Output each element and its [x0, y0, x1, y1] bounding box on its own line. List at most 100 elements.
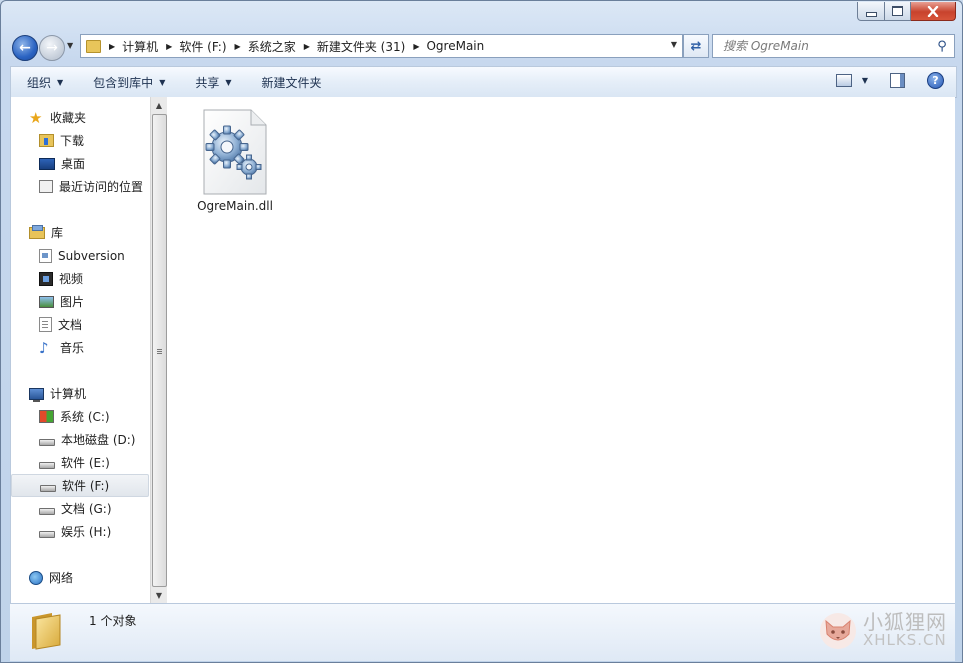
nav-item-videos[interactable]: 视频	[11, 267, 151, 290]
nav-libraries[interactable]: 库	[11, 221, 151, 244]
library-icon	[29, 224, 45, 239]
breadcrumb-separator-icon: ▶	[303, 41, 310, 51]
breadcrumb-item[interactable]: ▶ OgreMain	[413, 39, 484, 53]
share-menu-button[interactable]: 共享 ▼	[195, 74, 231, 91]
back-button[interactable]: ←	[12, 35, 38, 61]
dll-gear-icon	[203, 109, 267, 195]
chevron-down-icon: ▼	[159, 77, 166, 87]
recent-places-icon	[39, 180, 53, 193]
grip-icon	[157, 349, 162, 350]
nav-item-drive-e[interactable]: 软件 (E:)	[11, 451, 151, 474]
nav-item-recent-places[interactable]: 最近访问的位置	[11, 175, 151, 198]
chevron-down-icon: ▼	[57, 77, 64, 87]
scroll-up-arrow-icon[interactable]: ▲	[151, 97, 167, 113]
explorer-window: ← → ▼ ▶ 计算机 ▶ 软件 (F:) ▶ 系统之家 ▶ 新建文件夹 (31) ▶ O…	[0, 0, 963, 663]
preview-pane-icon[interactable]	[890, 73, 905, 88]
network-icon	[29, 570, 43, 585]
include-in-library-button[interactable]: 包含到库中 ▼	[93, 74, 165, 91]
drive-icon	[39, 461, 55, 469]
help-icon[interactable]: ?	[927, 72, 944, 89]
picture-icon	[39, 295, 54, 308]
watermark-text-en: XHLKS.CN	[863, 631, 947, 649]
breadcrumb-separator-icon: ▶	[166, 41, 173, 51]
drive-icon	[39, 438, 55, 446]
nav-item-drive-c[interactable]: 系统 (C:)	[11, 405, 151, 428]
nav-item-pictures[interactable]: 图片	[11, 290, 151, 313]
nav-item-subversion[interactable]: Subversion	[11, 244, 151, 267]
breadcrumb-item[interactable]: ▶ 计算机	[109, 38, 158, 55]
change-view-icon[interactable]	[835, 74, 852, 87]
scrollbar-thumb[interactable]	[152, 114, 167, 587]
maximize-icon	[892, 6, 903, 16]
desktop-icon	[39, 157, 55, 170]
minimize-button[interactable]	[857, 2, 885, 21]
maximize-button[interactable]	[885, 2, 911, 21]
breadcrumb-item[interactable]: ▶ 软件 (F:)	[166, 38, 226, 55]
recent-pages-dropdown[interactable]: ▼	[67, 41, 73, 50]
nav-computer[interactable]: 计算机	[11, 382, 151, 405]
nav-favorites[interactable]: ★ 收藏夹	[11, 106, 151, 129]
close-icon	[927, 5, 939, 17]
network-group: 网络	[11, 566, 151, 589]
refresh-button[interactable]: ⇄	[683, 34, 709, 58]
search-input[interactable]	[721, 38, 934, 54]
video-icon	[39, 271, 53, 286]
libraries-group: 库 Subversion 视频 图片 文档 ♪ 音乐	[11, 221, 151, 359]
document-icon	[39, 317, 52, 332]
system-drive-icon	[39, 410, 54, 423]
watermark-text-cn: 小狐狸网	[863, 610, 947, 634]
svn-library-icon	[39, 248, 52, 263]
back-arrow-icon: ←	[19, 40, 31, 56]
nav-item-drive-d[interactable]: 本地磁盘 (D:)	[11, 428, 151, 451]
nav-pane-scrollbar[interactable]: ▲ ▼	[150, 97, 167, 603]
computer-icon	[29, 387, 44, 402]
search-icon[interactable]: ⚲	[934, 39, 950, 54]
drive-icon	[40, 484, 56, 492]
computer-group: 计算机 系统 (C:) 本地磁盘 (D:) 软件 (E:) 软件 (F:) 文档…	[11, 382, 151, 543]
search-box[interactable]: ⚲	[712, 34, 955, 58]
nav-item-drive-g[interactable]: 文档 (G:)	[11, 497, 151, 520]
nav-item-downloads[interactable]: 下载	[11, 129, 151, 152]
caption-buttons	[857, 2, 956, 21]
command-toolbar: 组织 ▼ 包含到库中 ▼ 共享 ▼ 新建文件夹 ▼ ?	[10, 66, 957, 98]
chevron-down-icon: ▼	[225, 77, 232, 87]
address-history-dropdown[interactable]: ▼	[671, 40, 677, 49]
music-icon: ♪	[39, 338, 49, 357]
new-folder-button[interactable]: 新建文件夹	[262, 74, 322, 91]
nav-item-desktop[interactable]: 桌面	[11, 152, 151, 175]
breadcrumb-separator-icon: ▶	[109, 41, 116, 51]
refresh-icon: ⇄	[690, 38, 702, 54]
navigation-pane: ★ 收藏夹 下载 桌面 最近访问的位置 库 Subversion 视频 图片 文档…	[10, 97, 151, 603]
star-icon: ★	[29, 108, 43, 127]
forward-arrow-icon: →	[46, 40, 58, 56]
file-list-pane[interactable]: OgreMain.dll	[167, 97, 955, 603]
details-pane: 1 个对象 小狐狸网 XHLKS.CN	[10, 603, 955, 661]
folder-icon	[30, 611, 64, 651]
organize-menu-button[interactable]: 组织 ▼	[27, 74, 63, 91]
breadcrumb-separator-icon: ▶	[234, 41, 241, 51]
download-folder-icon	[39, 134, 54, 147]
nav-item-drive-f[interactable]: 软件 (F:)	[11, 474, 149, 497]
drive-icon	[39, 507, 55, 515]
fox-icon	[820, 613, 856, 649]
close-button[interactable]	[911, 2, 956, 21]
drive-icon	[39, 530, 55, 538]
minimize-icon	[865, 11, 877, 17]
address-folder-icon	[86, 39, 101, 53]
item-count: 1 个对象	[89, 614, 137, 628]
nav-item-drive-h[interactable]: 娱乐 (H:)	[11, 520, 151, 543]
favorites-group: ★ 收藏夹 下载 桌面 最近访问的位置	[11, 106, 151, 198]
nav-network[interactable]: 网络	[11, 566, 151, 589]
toolbar-right-controls: ▼ ?	[835, 72, 944, 89]
watermark-logo: 小狐狸网 XHLKS.CN	[819, 612, 947, 650]
forward-button[interactable]: →	[39, 35, 65, 61]
file-item[interactable]: OgreMain.dll	[191, 109, 279, 213]
view-options-dropdown[interactable]: ▼	[862, 76, 868, 85]
breadcrumb-item[interactable]: ▶ 新建文件夹 (31)	[304, 38, 406, 55]
breadcrumb-item[interactable]: ▶ 系统之家	[235, 38, 296, 55]
address-bar[interactable]: ▶ 计算机 ▶ 软件 (F:) ▶ 系统之家 ▶ 新建文件夹 (31) ▶ OgreMai…	[80, 34, 683, 58]
nav-item-documents[interactable]: 文档	[11, 313, 151, 336]
breadcrumb-separator-icon: ▶	[413, 41, 420, 51]
nav-item-music[interactable]: ♪ 音乐	[11, 336, 151, 359]
scroll-down-arrow-icon[interactable]: ▼	[151, 587, 167, 603]
